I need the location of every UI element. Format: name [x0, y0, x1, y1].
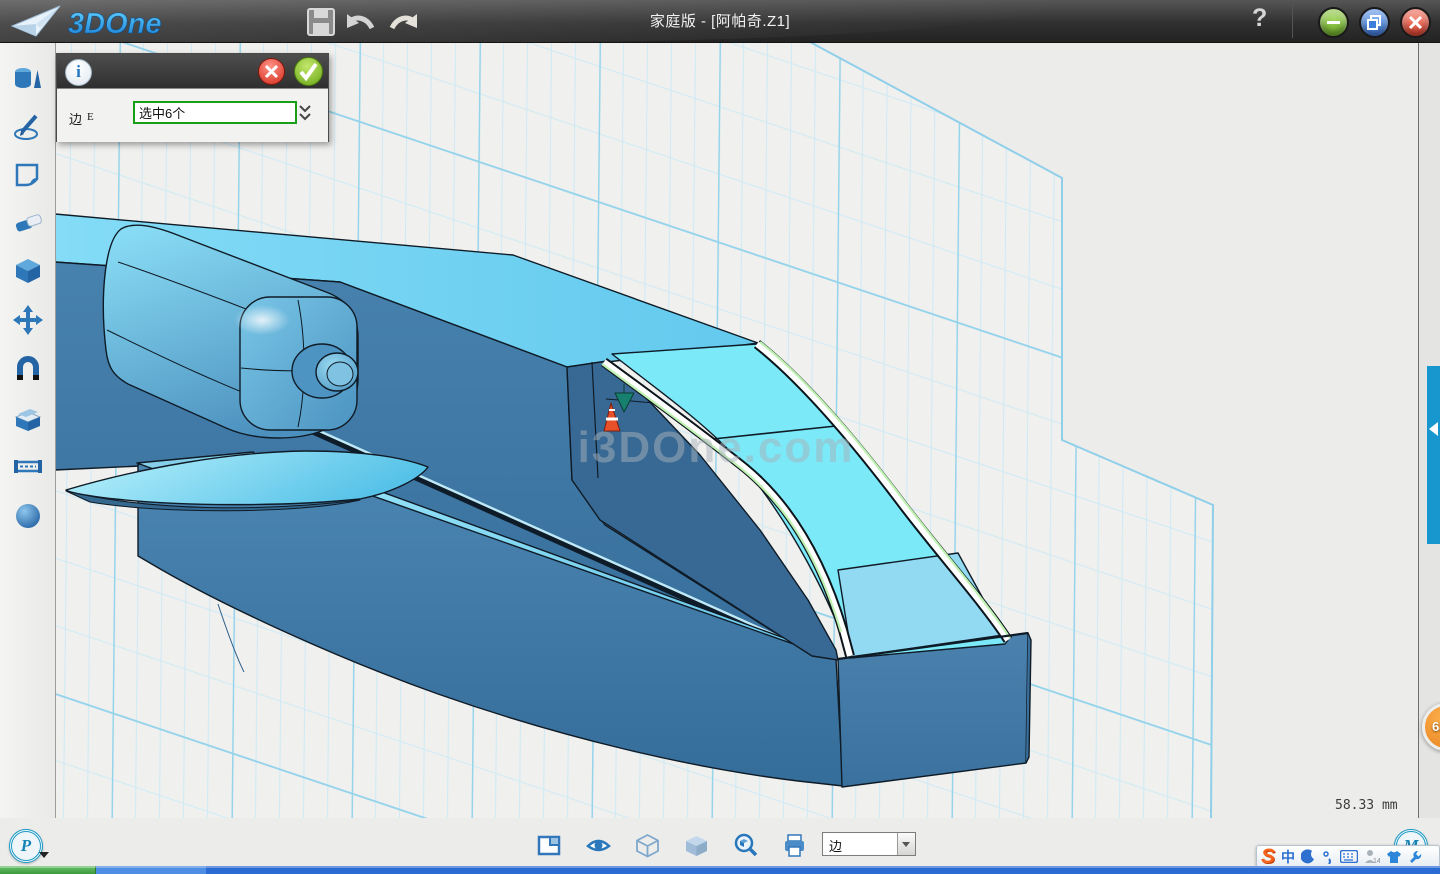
sketch-plane-icon[interactable]: [12, 159, 44, 191]
edge-field-label: 边: [69, 109, 82, 128]
halfwidth-moon-icon[interactable]: [1301, 849, 1316, 864]
confirm-button[interactable]: [294, 57, 323, 86]
dropdown-button[interactable]: [897, 833, 915, 855]
check-icon: [295, 58, 322, 85]
sogou-logo-icon[interactable]: S: [1261, 847, 1275, 867]
cancel-button[interactable]: [258, 58, 285, 85]
selection-dialog: i 边 E: [56, 53, 329, 142]
caret-down-icon[interactable]: [39, 852, 49, 858]
titlebar: 3DOne 家庭版 - [阿帕奇.Z1] ?: [0, 0, 1440, 43]
chevron-double-down-icon[interactable]: [297, 103, 313, 125]
selection-filter-dropdown[interactable]: 边: [822, 832, 916, 856]
viewport-layout-icon[interactable]: [536, 832, 563, 859]
taskbar-highlight: [0, 866, 1440, 868]
feature-cube-icon[interactable]: [12, 255, 44, 287]
punctuation-icon[interactable]: [1322, 849, 1334, 864]
combine-box-icon[interactable]: [12, 402, 44, 434]
settings-wrench-icon[interactable]: [1408, 849, 1423, 864]
edge-field-key: E: [87, 111, 94, 123]
keyboard-icon[interactable]: [1340, 850, 1358, 863]
filter-value: 边: [829, 836, 842, 855]
left-toolbar: [0, 42, 56, 818]
watermark-text: i3DOne.com: [578, 423, 855, 472]
ime-language-toggle[interactable]: 中: [1281, 847, 1295, 867]
edge-selection-input[interactable]: [133, 101, 297, 124]
caret-down-icon: [902, 842, 910, 847]
shaded-cube-icon[interactable]: [683, 832, 710, 859]
svg-text:14: 14: [1373, 858, 1380, 864]
sketch-draw-icon[interactable]: [12, 110, 44, 142]
zoom-cube-icon[interactable]: [732, 832, 759, 859]
help-button[interactable]: ?: [1252, 4, 1267, 33]
os-taskbar[interactable]: [0, 866, 1440, 874]
badge-count: 63: [1432, 719, 1440, 734]
restore-button[interactable]: [1359, 7, 1390, 38]
viewport-canvas[interactable]: i3DOne.com: [55, 42, 1418, 819]
measurement-readout: 58.33 mm: [1335, 798, 1415, 813]
info-icon: i: [65, 59, 92, 86]
print-icon[interactable]: [781, 832, 808, 859]
restore-icon: [1361, 9, 1388, 36]
minimize-button[interactable]: [1318, 7, 1349, 38]
chevron-left-icon: [1429, 422, 1438, 436]
view-toolbar: [536, 830, 808, 860]
visibility-eye-icon[interactable]: [585, 832, 612, 859]
dialog-body: 边 E: [57, 88, 328, 142]
magnet-icon[interactable]: [12, 353, 44, 385]
3done-app: { "titlebar": { "logo_text": "3DOne", "t…: [0, 0, 1440, 874]
property-corner-button[interactable]: P: [9, 829, 43, 863]
titlebar-divider: [1292, 4, 1293, 38]
close-icon: [1402, 9, 1429, 36]
scene-3d: i3DOne.com: [55, 42, 1418, 818]
close-button[interactable]: [1400, 7, 1431, 38]
sphere-icon[interactable]: [12, 500, 44, 532]
p-label: P: [21, 836, 31, 855]
minimize-icon: [1327, 21, 1340, 24]
panel-expand-tab[interactable]: [1427, 366, 1440, 544]
clamp-icon[interactable]: [12, 450, 44, 482]
bottom-bar: P M 边: [0, 818, 1440, 866]
user-wordlib-icon[interactable]: 14: [1364, 849, 1380, 864]
dialog-titlebar[interactable]: [57, 54, 328, 88]
ime-toolbar: S 中 14: [1256, 845, 1440, 868]
window-title: 家庭版 - [阿帕奇.Z1]: [0, 10, 1440, 31]
close-icon: [259, 59, 284, 84]
primitives-icon[interactable]: [12, 62, 44, 94]
move-icon[interactable]: [12, 304, 44, 336]
eraser-icon[interactable]: [12, 207, 44, 239]
skin-shirt-icon[interactable]: [1386, 850, 1402, 864]
wireframe-cube-icon[interactable]: [634, 832, 661, 859]
